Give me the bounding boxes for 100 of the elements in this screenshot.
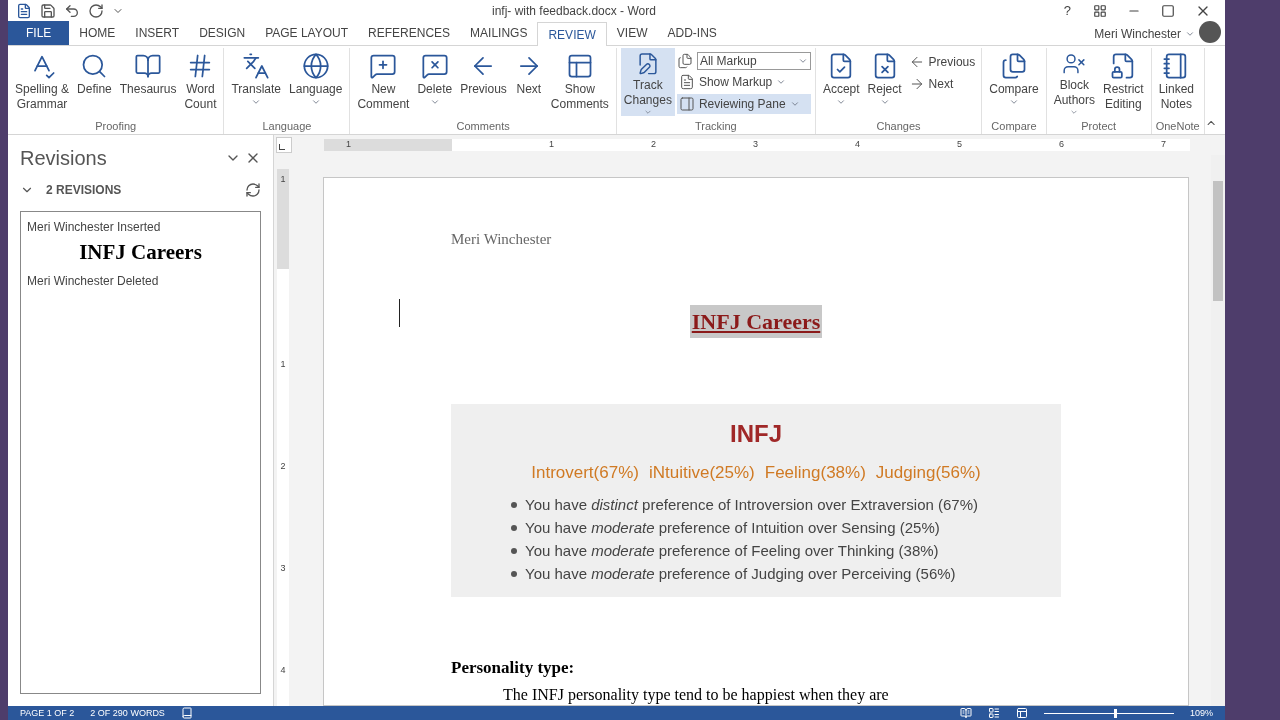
file-tab[interactable]: FILE xyxy=(8,21,70,45)
ribbon-tab[interactable]: MAILINGS xyxy=(460,21,538,45)
group-label: Changes xyxy=(875,118,922,134)
trait-text: Feeling(38%) xyxy=(764,461,866,484)
ribbon-tab[interactable]: PAGE LAYOUT xyxy=(255,21,359,45)
ribbon-small-button[interactable]: Reviewing Pane xyxy=(676,94,811,114)
ribbon-button[interactable]: Next xyxy=(511,48,546,116)
undo-icon[interactable] xyxy=(64,3,80,19)
ribbon-tab[interactable]: REVIEW xyxy=(537,22,607,46)
ribbon-button[interactable]: Previous xyxy=(457,48,510,116)
ribbon-button[interactable]: Delete xyxy=(414,48,456,116)
caret-icon xyxy=(836,97,847,107)
proofing-icon[interactable] xyxy=(180,707,193,719)
caret-icon xyxy=(251,97,262,107)
window-title: infj- with feedback.docx - Word xyxy=(492,3,656,20)
markup-select[interactable]: All Markup xyxy=(696,52,811,70)
save-icon[interactable] xyxy=(40,3,56,19)
ribbon-tab[interactable]: DESIGN xyxy=(189,21,256,45)
document-icon xyxy=(678,74,695,90)
group-label: Protect xyxy=(1080,118,1118,134)
ribbon-small-button[interactable]: Show Markup xyxy=(676,72,811,92)
ribbon-button[interactable]: Linked Notes xyxy=(1155,48,1198,116)
ribbon-button[interactable]: Spelling & Grammar xyxy=(12,48,73,116)
print-layout-icon[interactable] xyxy=(987,707,1000,719)
ribbon-tab[interactable]: HOME xyxy=(69,21,126,45)
bullet-text: You have distinct preference of Introversion over Extraversion (67%) xyxy=(525,495,979,515)
ribbon-button[interactable]: Language xyxy=(286,48,346,116)
ribbon-button[interactable]: Word Count xyxy=(181,48,220,116)
caret-icon xyxy=(429,97,440,107)
caret-icon xyxy=(879,97,890,107)
ribbon-button[interactable]: Define xyxy=(74,48,115,116)
group-label: Comments xyxy=(455,118,511,134)
revision-header[interactable]: Meri Winchester Deleted xyxy=(27,272,254,290)
horizontal-ruler: 1 1 2 3 4 5 6 7 xyxy=(324,139,1190,151)
ribbon-button[interactable]: New Comment xyxy=(354,48,413,116)
web-layout-icon[interactable] xyxy=(1015,707,1028,719)
trait-text: Introvert(67%) xyxy=(531,461,639,484)
ribbon-button[interactable]: Restrict Editing xyxy=(1100,48,1147,116)
ribbon-tab[interactable]: ADD-INS xyxy=(657,21,727,45)
zoom-level[interactable]: 109% xyxy=(1189,708,1213,718)
word-logo-icon xyxy=(16,3,32,19)
ribbon-tab[interactable]: INSERT xyxy=(125,21,190,45)
zoom-slider-thumb[interactable] xyxy=(1113,708,1117,718)
panel-icon xyxy=(678,96,695,112)
section-heading: Personality type: xyxy=(451,657,576,679)
help-button[interactable]: ? xyxy=(1055,1,1079,21)
group-label: Proofing xyxy=(94,118,138,134)
paragraph-text: The INFJ personality type tend to be happiest when they are xyxy=(503,684,890,705)
user-avatar[interactable] xyxy=(1199,21,1221,43)
ribbon-button[interactable]: Compare xyxy=(986,48,1042,116)
pane-title: Revisions xyxy=(20,146,108,171)
ribbon-small-button[interactable]: Next xyxy=(906,74,978,94)
caret-icon xyxy=(310,97,321,107)
ribbon-tab[interactable]: VIEW xyxy=(606,21,658,45)
refresh-icon[interactable] xyxy=(245,182,261,198)
ribbon-button[interactable]: Thesaurus xyxy=(116,48,180,116)
caret-icon xyxy=(776,77,787,87)
caret-icon xyxy=(789,99,800,109)
documents-icon xyxy=(676,53,693,69)
bullet-icon xyxy=(511,501,517,508)
tab-selector[interactable] xyxy=(276,137,292,153)
caret-icon xyxy=(1008,97,1019,107)
group-label: Language xyxy=(261,118,313,134)
page-status[interactable]: PAGE 1 OF 2 xyxy=(20,708,75,718)
ribbon-button[interactable]: Translate xyxy=(228,48,285,116)
ribbon-button[interactable]: Show Comments xyxy=(547,48,612,116)
header-text: Meri Winchester xyxy=(451,230,553,249)
ribbon-button[interactable]: Block Authors xyxy=(1050,48,1098,116)
read-mode-icon[interactable] xyxy=(959,707,972,719)
ribbon-button[interactable]: Reject xyxy=(864,48,905,116)
trait-text: Judging(56%) xyxy=(875,461,981,484)
translate-icon xyxy=(242,52,271,80)
redo-icon[interactable] xyxy=(88,3,104,19)
revision-content: INFJ Careers xyxy=(78,240,203,264)
document-title: INFJ Careers xyxy=(689,304,823,338)
bullet-icon xyxy=(511,547,517,554)
bullet-icon xyxy=(511,524,517,531)
ribbon-small-button[interactable]: Previous xyxy=(906,52,978,72)
book-icon xyxy=(134,52,163,80)
globe-icon xyxy=(301,52,330,80)
maximize-icon[interactable] xyxy=(1161,4,1175,18)
caret-icon xyxy=(797,56,808,66)
bullet-text: You have moderate preference of Judging over Perceiving (56%) xyxy=(525,564,956,584)
revision-header[interactable]: Meri Winchester Inserted xyxy=(27,218,254,236)
word-count-status[interactable]: 2 OF 290 WORDS xyxy=(90,708,165,718)
ribbon-tab[interactable]: REFERENCES xyxy=(358,21,461,45)
ribbon-button[interactable]: Track Changes xyxy=(620,48,675,116)
type-heading: INFJ xyxy=(730,418,782,449)
ribbon-button[interactable]: Accept xyxy=(819,48,863,116)
trait-text: iNtuitive(25%) xyxy=(648,461,755,484)
bullet-text: You have moderate preference of Intuition over Sensing (25%) xyxy=(525,518,940,538)
vertical-ruler: 1 1 2 3 4 xyxy=(277,169,289,706)
group-label: OneNote xyxy=(1155,118,1200,134)
group-label: Tracking xyxy=(693,118,738,134)
ribbon-display-icon[interactable] xyxy=(1093,4,1107,18)
comment-plus-icon xyxy=(369,52,398,80)
user-name[interactable]: Meri Winchester xyxy=(1094,24,1181,43)
revision-count: 2 REVISIONS xyxy=(46,182,123,199)
group-label: Compare xyxy=(990,118,1038,134)
comment-x-icon xyxy=(420,52,449,80)
